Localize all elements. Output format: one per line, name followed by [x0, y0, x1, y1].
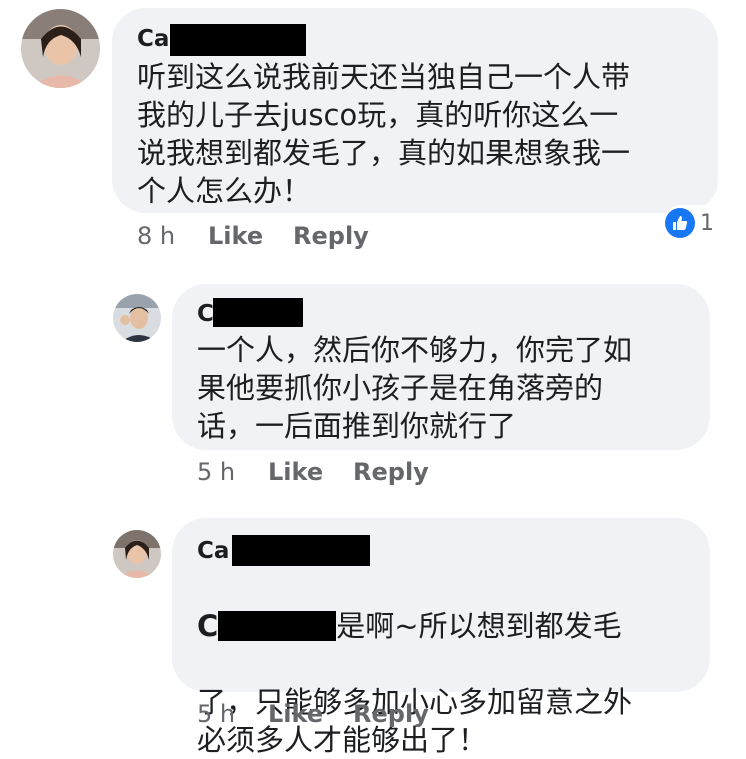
avatar[interactable]: [113, 294, 161, 342]
avatar[interactable]: [21, 9, 100, 88]
reply-button[interactable]: Reply: [293, 222, 369, 250]
comment-author[interactable]: Ca: [197, 538, 229, 564]
comment-text-first-line: 是啊~所以想到都发毛: [336, 609, 622, 643]
like-button[interactable]: Like: [268, 458, 323, 486]
comment-actions: 8 h Like Reply: [137, 222, 437, 250]
comment-timestamp: 8 h: [137, 222, 176, 250]
comment-timestamp: 5 h: [197, 458, 236, 486]
comment-actions: 5 h Like Reply: [197, 458, 497, 486]
reaction-badge[interactable]: 1: [663, 205, 720, 241]
mention-tag[interactable]: C: [197, 609, 218, 643]
reaction-count: 1: [700, 210, 714, 236]
comment-timestamp: 5 h: [197, 700, 236, 728]
mention-redaction: [218, 611, 337, 641]
comment-author[interactable]: Ca: [137, 26, 169, 52]
reply-button[interactable]: Reply: [353, 700, 429, 728]
comment-text: 一个人，然后你不够力，你完了如 果他要抓你小孩子是在角落旁的 话，一后面推到你就…: [197, 333, 633, 443]
comment-bubble: Ca 听到这么说我前天还当独自己一个人带 我的儿子去jusco玩，真的听你这么一…: [112, 8, 718, 213]
avatar[interactable]: [113, 530, 161, 578]
reply-button[interactable]: Reply: [353, 458, 429, 486]
comment-bubble: Ca C 是啊~所以想到都发毛 了，只能够多加小心多加留意之外 必须多人才能够出了…: [172, 518, 710, 757]
thumbs-up-icon: [665, 208, 695, 238]
redaction-bar: [213, 298, 303, 327]
comment-text: 听到这么说我前天还当独自己一个人带 我的儿子去jusco玩，真的听你这么一 说我…: [137, 60, 631, 208]
comment-bubble: C 一个人，然后你不够力，你完了如 果他要抓你小孩子是在角落旁的 话，一后面推到…: [172, 284, 710, 450]
redaction-bar: [232, 535, 370, 566]
like-button[interactable]: Like: [208, 222, 263, 250]
comment-author[interactable]: C: [197, 301, 214, 327]
redaction-bar: [170, 24, 306, 56]
comment-actions: 5 h Like Reply: [197, 700, 497, 728]
like-button[interactable]: Like: [268, 700, 323, 728]
